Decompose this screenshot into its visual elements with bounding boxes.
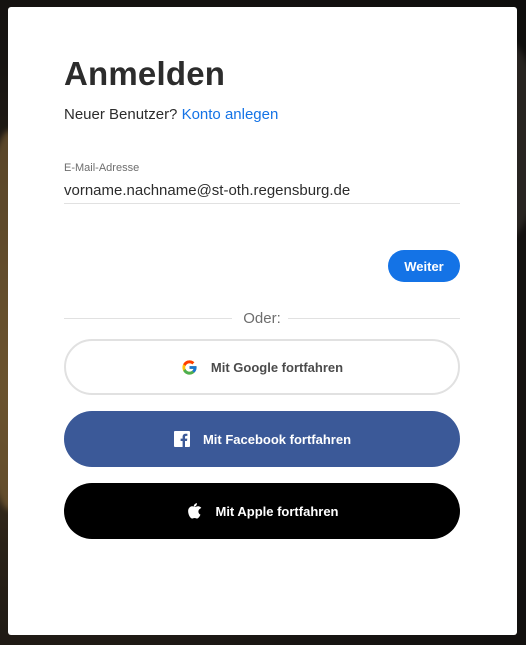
new-user-line: Neuer Benutzer? Konto anlegen — [64, 106, 278, 123]
email-input[interactable] — [64, 177, 460, 204]
email-label: E-Mail-Adresse — [64, 162, 140, 174]
or-divider: Oder: — [64, 309, 460, 329]
facebook-button-label: Mit Facebook fortfahren — [202, 431, 352, 447]
divider-line-right — [288, 318, 460, 319]
apple-button-label: Mit Apple fortfahren — [215, 503, 339, 519]
create-account-link[interactable]: Konto anlegen — [182, 106, 279, 123]
facebook-signin-button[interactable]: Mit Facebook fortfahren — [64, 411, 460, 467]
google-button-label: Mit Google fortfahren — [210, 359, 344, 375]
continue-button[interactable]: Weiter — [388, 250, 460, 282]
page-title: Anmelden — [64, 55, 226, 92]
apple-signin-button[interactable]: Mit Apple fortfahren — [64, 483, 460, 539]
new-user-text: Neuer Benutzer? — [64, 106, 178, 123]
google-signin-button[interactable]: Mit Google fortfahren — [64, 339, 460, 395]
facebook-logo-icon — [173, 430, 191, 448]
login-card: Anmelden Neuer Benutzer? Konto anlegen E… — [8, 7, 517, 635]
apple-logo-icon — [185, 502, 203, 520]
google-logo-icon — [181, 358, 199, 376]
